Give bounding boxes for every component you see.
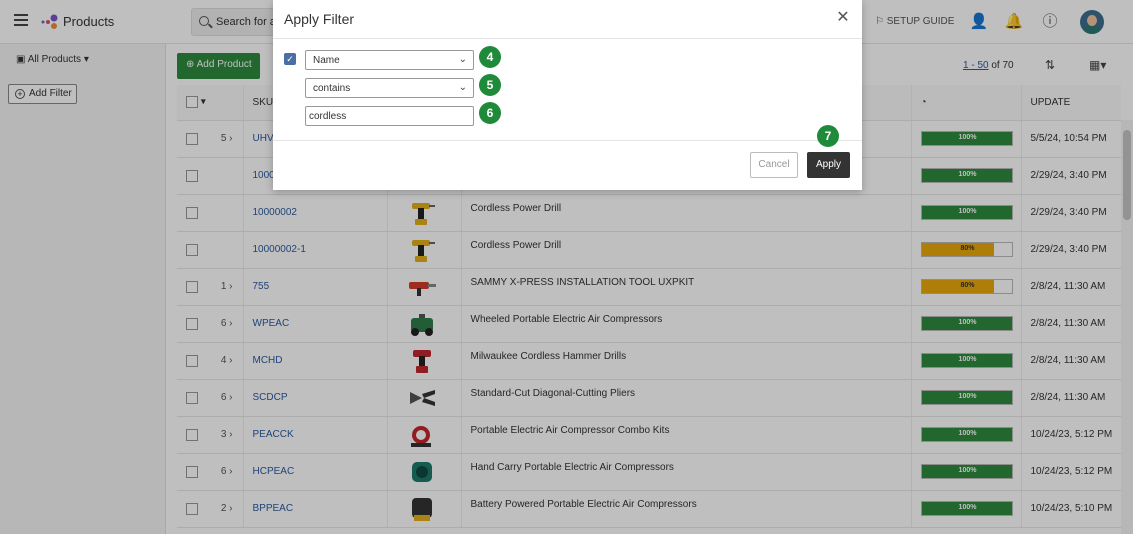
step-badge-5: 5	[479, 74, 501, 96]
step-badge-4: 4	[479, 46, 501, 68]
divider	[273, 38, 862, 39]
operator-select[interactable]: contains ⌄	[305, 78, 474, 98]
divider	[273, 140, 862, 141]
step-badge-7: 7	[817, 125, 839, 147]
filter-enabled-checkbox[interactable]: ✓	[284, 53, 296, 65]
apply-filter-dialog: Apply Filter ✕ ✓ Name ⌄ 4 contains ⌄ 5 c…	[273, 0, 862, 190]
step-badge-6: 6	[479, 102, 501, 124]
filter-value-input[interactable]: cordless	[305, 106, 474, 126]
chevron-down-icon: ⌄	[458, 82, 467, 93]
chevron-down-icon: ⌄	[458, 54, 467, 65]
dialog-title: Apply Filter	[284, 11, 355, 27]
operator-select-value: contains	[313, 83, 351, 94]
cancel-button[interactable]: Cancel	[750, 152, 798, 178]
field-select[interactable]: Name ⌄	[305, 50, 474, 70]
field-select-value: Name	[313, 55, 340, 66]
close-icon[interactable]: ✕	[835, 9, 851, 27]
apply-button[interactable]: Apply	[807, 152, 850, 178]
